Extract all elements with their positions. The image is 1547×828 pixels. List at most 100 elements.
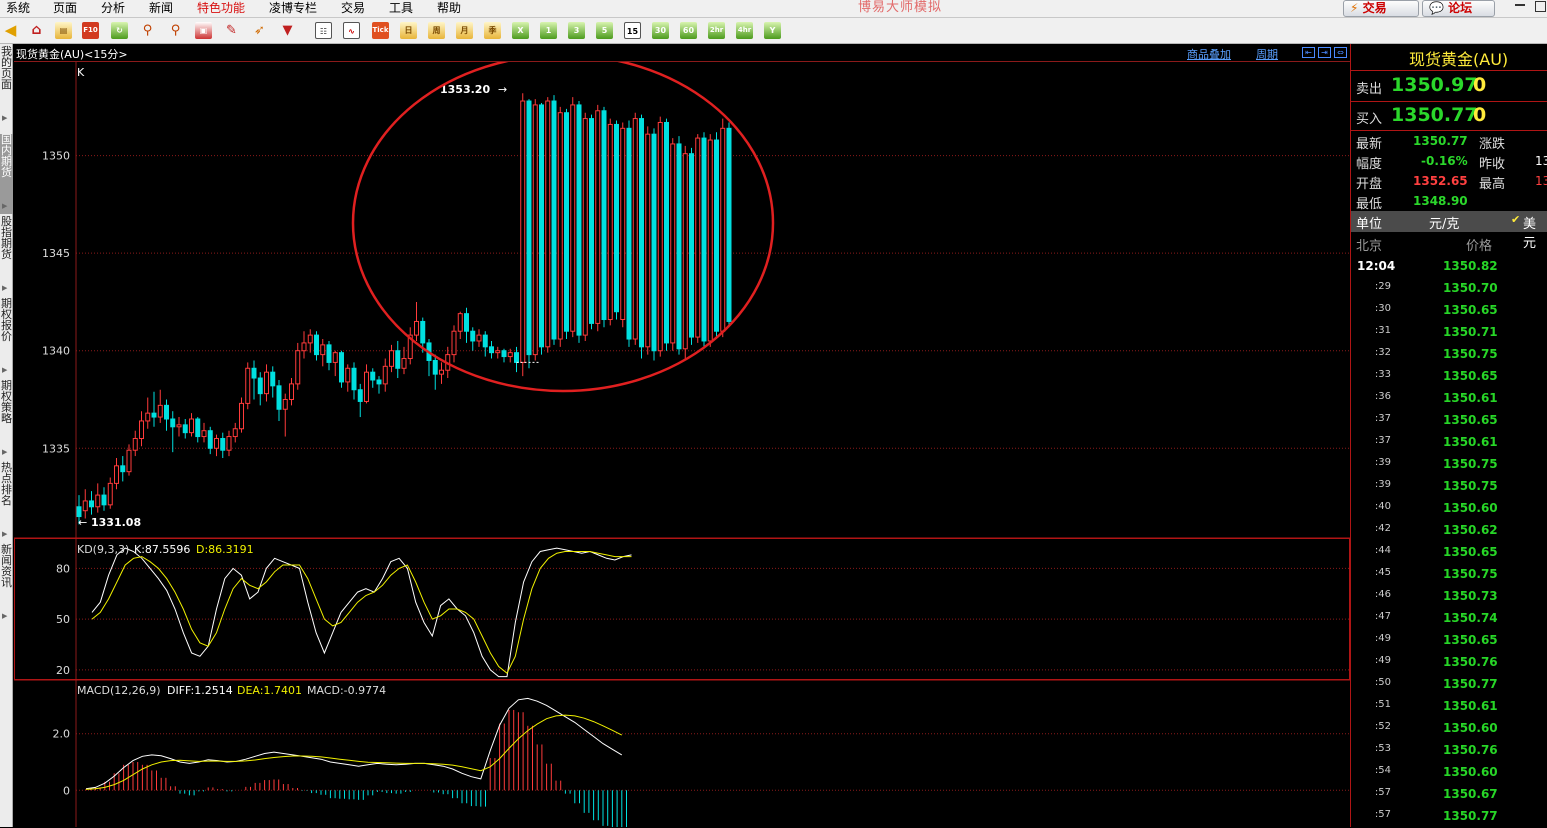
tick-row[interactable]: :31 1350.71 — [1351, 322, 1547, 344]
tick-row[interactable]: :33 1350.65 — [1351, 366, 1547, 388]
tick-time: :40 — [1374, 501, 1391, 512]
tick-row[interactable]: :53 1350.76 — [1351, 740, 1547, 762]
tick-row[interactable]: :49 1350.65 — [1351, 630, 1547, 652]
period-button-11[interactable]: 30 — [652, 22, 669, 39]
scroll-left-button[interactable]: ⇤ — [1302, 47, 1315, 58]
window-icon[interactable]: ▣ — [195, 22, 212, 39]
tick-row[interactable]: :32 1350.75 — [1351, 344, 1547, 366]
lightning-icon: ⚡ — [1350, 1, 1359, 15]
table-icon[interactable]: ☷ — [315, 22, 332, 39]
minimize-button[interactable] — [1515, 4, 1525, 6]
menu-analysis[interactable]: 分析 — [101, 1, 125, 16]
f10-icon[interactable]: F10 — [82, 22, 99, 39]
check-icon[interactable]: ✔ — [1511, 213, 1520, 226]
period-button-9[interactable]: 5 — [596, 22, 613, 39]
pencil-icon[interactable]: ✎ — [223, 22, 240, 39]
candle-body — [82, 500, 88, 512]
period-button-7[interactable]: 1 — [540, 22, 557, 39]
rocket-icon[interactable]: ➶ — [251, 22, 268, 39]
menu-trade[interactable]: 交易 — [341, 1, 365, 16]
candle-body — [301, 342, 307, 352]
tick-row[interactable]: :29 1350.70 — [1351, 278, 1547, 300]
menu-tools[interactable]: 工具 — [389, 1, 413, 16]
forum-button[interactable]: 💬 论坛 — [1422, 0, 1495, 17]
tick-row[interactable]: 12:04 1350.82 — [1351, 256, 1547, 278]
menu-news[interactable]: 新闻 — [149, 1, 173, 16]
period-button-6[interactable]: X — [512, 22, 529, 39]
toolbar: ◀ ⌂ ▤ F10 ↻ ⚲ ⚲ ▣ ✎ ➶ ▼ ☷ ∿ Tick 日周月季 X 1 3 5… — [0, 18, 1547, 44]
latest-label: 最新 — [1356, 137, 1383, 152]
macd-macd-value: MACD:-0.9774 — [307, 684, 386, 697]
scroll-right-button[interactable]: ⇥ — [1318, 47, 1331, 58]
candle-body — [220, 438, 226, 451]
menu-page[interactable]: 页面 — [53, 1, 77, 16]
high-value: 13 — [1535, 174, 1547, 188]
candle-body — [607, 123, 613, 321]
buy-row[interactable]: 买入 1350.77 0 — [1351, 102, 1547, 130]
price-chart[interactable]: 1335 1340 1345 1350 20 50 80 0 2.0 K 1353.20 → ←… — [14, 62, 1350, 827]
zoom-in-icon[interactable]: ⚲ — [139, 22, 156, 39]
back-arrow-icon[interactable]: ◀ — [2, 22, 19, 39]
tick-row[interactable]: :37 1350.65 — [1351, 410, 1547, 432]
tick-row[interactable]: :39 1350.75 — [1351, 476, 1547, 498]
sell-row[interactable]: 卖出 1350.97 0 — [1351, 72, 1547, 100]
maximize-button[interactable] — [1535, 1, 1546, 12]
trade-button-label: 交易 — [1362, 1, 1387, 15]
line-chart-icon[interactable]: ∿ — [343, 22, 360, 39]
kd-d-value: D:86.3191 — [196, 543, 254, 556]
period-button-13[interactable]: 2hr — [708, 22, 725, 39]
home-icon[interactable]: ⌂ — [28, 22, 45, 39]
tick-row[interactable]: :51 1350.61 — [1351, 696, 1547, 718]
tick-row[interactable]: :46 1350.73 — [1351, 586, 1547, 608]
tick-row[interactable]: :36 1350.61 — [1351, 388, 1547, 410]
tick-row[interactable]: :54 1350.60 — [1351, 762, 1547, 784]
candle-body — [470, 330, 476, 342]
tick-row[interactable]: :40 1350.60 — [1351, 498, 1547, 520]
period-button-2[interactable]: 日 — [400, 22, 417, 39]
period-button-1[interactable]: Tick — [372, 22, 389, 39]
period-button-12[interactable]: 60 — [680, 22, 697, 39]
tick-row[interactable]: :57 1350.77 — [1351, 806, 1547, 828]
candle-body — [401, 358, 407, 369]
fit-button[interactable]: ⇔ — [1334, 47, 1347, 58]
tick-row[interactable]: :44 1350.65 — [1351, 542, 1547, 564]
overlay-link[interactable]: 商品叠加 — [1187, 46, 1231, 62]
tick-time: 12:04 — [1357, 259, 1396, 273]
tick-row[interactable]: :30 1350.65 — [1351, 300, 1547, 322]
tick-row[interactable]: :42 1350.62 — [1351, 520, 1547, 542]
menu-help[interactable]: 帮助 — [437, 1, 461, 16]
trade-button[interactable]: ⚡ 交易 — [1343, 0, 1419, 17]
period-button-5[interactable]: 季 — [484, 22, 501, 39]
menu-special-features[interactable]: 特色功能 — [197, 1, 245, 16]
refresh-icon[interactable]: ↻ — [111, 22, 128, 39]
tick-row[interactable]: :37 1350.61 — [1351, 432, 1547, 454]
min-price-label: 1331.08 — [91, 516, 141, 529]
candle-body — [157, 404, 163, 418]
book-icon[interactable]: ▤ — [55, 22, 72, 39]
period-button-3[interactable]: 周 — [428, 22, 445, 39]
tick-row[interactable]: :49 1350.76 — [1351, 652, 1547, 674]
candle-body — [207, 430, 213, 449]
candle-body — [495, 350, 501, 354]
tick-row[interactable]: :50 1350.77 — [1351, 674, 1547, 696]
kd-d-line — [91, 551, 632, 674]
period-button-14[interactable]: 4hr — [736, 22, 753, 39]
period-button-8[interactable]: 3 — [568, 22, 585, 39]
menu-lingbo-column[interactable]: 凌博专栏 — [269, 1, 317, 16]
menu-system[interactable]: 系统 — [6, 1, 30, 16]
tick-row[interactable]: :39 1350.75 — [1351, 454, 1547, 476]
tick-row[interactable]: :47 1350.74 — [1351, 608, 1547, 630]
zoom-out-icon[interactable]: ⚲ — [167, 22, 184, 39]
candle-body — [357, 389, 363, 402]
tick-row[interactable]: :45 1350.75 — [1351, 564, 1547, 586]
period-button-15[interactable]: Y — [764, 22, 781, 39]
period-link[interactable]: 周期 — [1256, 46, 1278, 62]
period-button-10[interactable]: 15 — [624, 22, 641, 39]
period-button-4[interactable]: 月 — [456, 22, 473, 39]
tick-row[interactable]: :52 1350.60 — [1351, 718, 1547, 740]
tick-row[interactable]: :57 1350.67 — [1351, 784, 1547, 806]
candle-body — [457, 313, 463, 332]
filter-icon[interactable]: ▼ — [279, 22, 296, 39]
candle-body — [345, 367, 351, 383]
usd-toggle[interactable]: 美元 — [1523, 213, 1547, 251]
